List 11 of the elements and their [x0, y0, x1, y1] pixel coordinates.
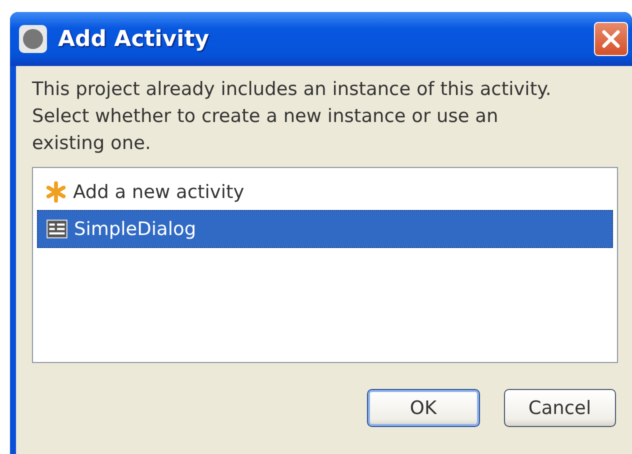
close-button[interactable]	[594, 22, 628, 56]
list-item[interactable]: Add a new activity	[37, 174, 613, 210]
asterisk-icon	[45, 181, 67, 203]
dialog-button[interactable]: Cancel	[504, 389, 616, 427]
list-item[interactable]: SimpleDialog	[37, 210, 613, 248]
dialog-button[interactable]: OK	[367, 389, 480, 427]
close-icon	[600, 28, 622, 50]
window-title: Add Activity	[58, 26, 210, 52]
app-icon	[18, 24, 48, 54]
message-text: This project already includes an instance of this activity. Select whether to create a new instance or use an existing one.	[32, 78, 552, 156]
form-icon	[46, 218, 68, 240]
